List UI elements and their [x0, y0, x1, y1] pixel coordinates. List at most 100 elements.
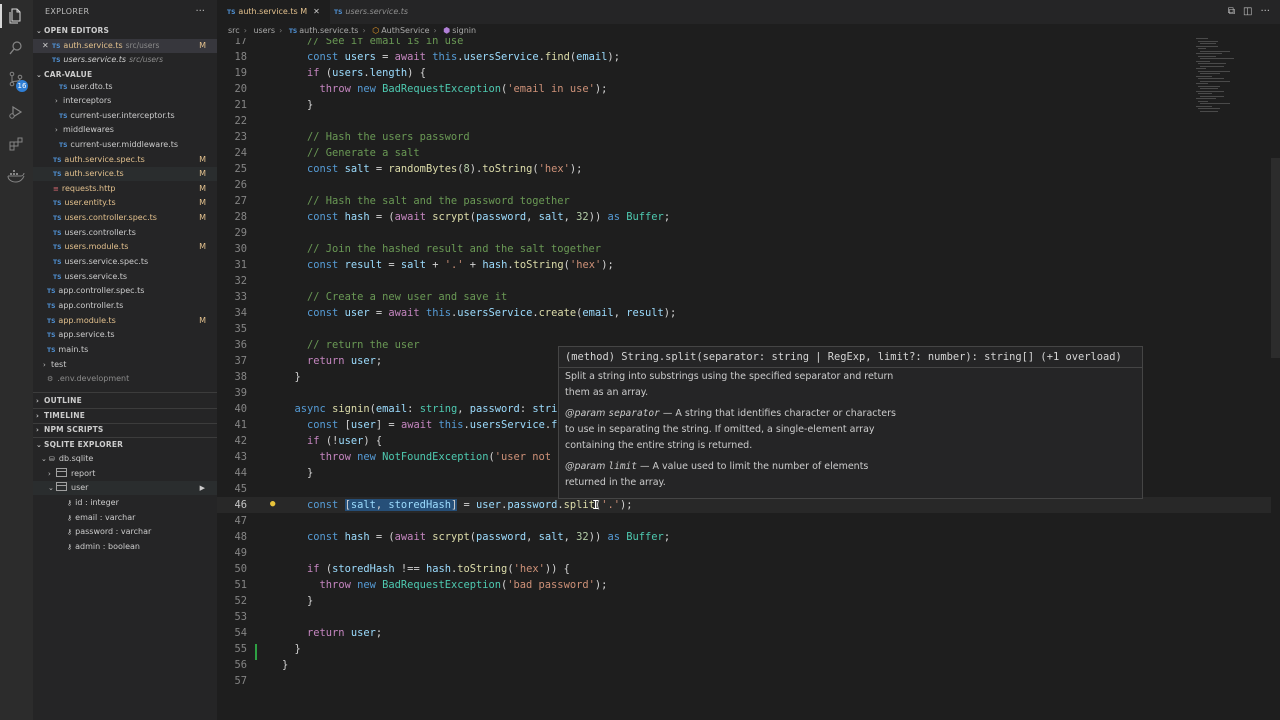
modified-mark: M	[199, 213, 206, 222]
chevron-down-icon: ⌄	[41, 455, 47, 463]
file-item[interactable]: TS auth.service.spec.ts M	[33, 153, 217, 167]
file-item[interactable]: TS current-user.interceptor.ts	[33, 109, 217, 123]
code-line[interactable]: 30 // Join the hashed result and the sal…	[217, 241, 1280, 257]
open-editors-section[interactable]: ⌄ OPEN EDITORS	[33, 24, 217, 38]
code-line[interactable]: 21 }	[217, 97, 1280, 113]
more-icon[interactable]: ···	[1260, 6, 1270, 17]
code-line[interactable]: 32	[217, 273, 1280, 289]
code-line[interactable]: 23 // Hash the users password	[217, 129, 1280, 145]
open-editor-path: src/users	[125, 41, 160, 50]
open-editor-item[interactable]: ✕ TS auth.service.ts src/users M	[33, 39, 217, 53]
code-line[interactable]: 24 // Generate a salt	[217, 145, 1280, 161]
code-line[interactable]: 52 }	[217, 593, 1280, 609]
code-line[interactable]: 19 if (users.length) {	[217, 65, 1280, 81]
table-item[interactable]: › report	[33, 467, 217, 481]
breadcrumb-item[interactable]: users	[253, 26, 275, 35]
file-item[interactable]: TS users.controller.spec.ts M	[33, 211, 217, 225]
npm-scripts-section[interactable]: › NPM SCRIPTS	[33, 423, 217, 437]
code-line[interactable]: 31 const result = salt + '.' + hash.toSt…	[217, 257, 1280, 273]
file-item[interactable]: TS current-user.middleware.ts	[33, 138, 217, 152]
file-item[interactable]: TS app.module.ts M	[33, 314, 217, 328]
code-line[interactable]: ● 46 const [salt, storedHash] = user.pass…	[217, 497, 1280, 513]
activity-bar: 16	[0, 0, 33, 720]
sqlite-explorer-section[interactable]: ⌄ SQLITE EXPLORER	[33, 438, 217, 452]
vertical-scrollbar[interactable]	[1271, 38, 1280, 720]
code-line[interactable]: 27 // Hash the salt and the password tog…	[217, 193, 1280, 209]
code-line[interactable]: 22	[217, 113, 1280, 129]
more-actions-icon[interactable]: ···	[195, 0, 205, 24]
code-line[interactable]: 29	[217, 225, 1280, 241]
code-line[interactable]: 25 const salt = randomBytes(8).toString(…	[217, 161, 1280, 177]
code-line[interactable]: 48 const hash = (await scrypt(password, …	[217, 529, 1280, 545]
split-editor-icon[interactable]: ◫	[1243, 6, 1252, 17]
chevron-right-icon: ›	[36, 412, 40, 420]
file-item[interactable]: TS app.controller.ts	[33, 299, 217, 313]
tab-label: auth.service.ts	[238, 7, 298, 16]
minimap-line	[1198, 108, 1220, 109]
code-line[interactable]: 28 const hash = (await scrypt(password, …	[217, 209, 1280, 225]
folder-item[interactable]: › middlewares	[33, 123, 217, 137]
file-item[interactable]: ⚙ .env.development	[33, 372, 217, 386]
outline-section[interactable]: › OUTLINE	[33, 394, 217, 408]
run-query-icon[interactable]: ▶	[200, 481, 205, 495]
code-line[interactable]: 49	[217, 545, 1280, 561]
line-number: 38	[234, 371, 247, 383]
open-editors-label: OPEN EDITORS	[44, 26, 110, 35]
code-line[interactable]: 20 throw new BadRequestException('email …	[217, 81, 1280, 97]
code-line[interactable]: 26	[217, 177, 1280, 193]
search-icon[interactable]	[7, 39, 25, 57]
extensions-icon[interactable]	[7, 135, 25, 153]
folder-item[interactable]: › test	[33, 358, 217, 372]
code-line[interactable]: 50 if (storedHash !== hash.toString('hex…	[217, 561, 1280, 577]
minimap-line	[1198, 63, 1226, 64]
code-line[interactable]: 18 const users = await this.usersService…	[217, 49, 1280, 65]
code-line[interactable]: 47	[217, 513, 1280, 529]
open-editor-item[interactable]: TS users.service.ts src/users	[33, 53, 217, 67]
file-item[interactable]: TS app.service.ts	[33, 328, 217, 342]
breadcrumb-item[interactable]: signin	[452, 26, 476, 35]
code-line[interactable]: 33 // Create a new user and save it	[217, 289, 1280, 305]
code-line[interactable]: 17 // See if email is in use	[217, 38, 1280, 49]
scroll-thumb[interactable]	[1271, 158, 1280, 358]
ts-file-icon: TS	[47, 318, 56, 325]
breadcrumb-item[interactable]: auth.service.ts	[299, 26, 358, 35]
file-item[interactable]: TS user.dto.ts	[33, 80, 217, 94]
code-line[interactable]: 54 return user;	[217, 625, 1280, 641]
file-item[interactable]: TS users.service.spec.ts	[33, 255, 217, 269]
breadcrumb-item[interactable]: AuthService	[381, 26, 429, 35]
code-line[interactable]: 57	[217, 673, 1280, 689]
compare-icon[interactable]: ⧉	[1228, 6, 1235, 17]
tab-auth-service[interactable]: TS auth.service.ts M ✕	[217, 0, 330, 24]
docker-icon[interactable]	[7, 167, 25, 185]
tab-users-service[interactable]: TS users.service.ts	[324, 0, 418, 24]
line-number: 56	[234, 659, 247, 671]
folder-item[interactable]: › interceptors	[33, 94, 217, 108]
close-icon[interactable]: ✕	[42, 39, 52, 53]
file-item[interactable]: TS auth.service.ts M	[33, 167, 217, 181]
files-icon[interactable]	[7, 7, 25, 25]
code-line[interactable]: 51 throw new BadRequestException('bad pa…	[217, 577, 1280, 593]
outline-label: OUTLINE	[44, 396, 82, 405]
code-line[interactable]: 55 }	[217, 641, 1280, 657]
breadcrumb-item[interactable]: src	[228, 26, 240, 35]
code-line[interactable]: 35	[217, 321, 1280, 337]
editor-tabs: TS auth.service.ts M ✕ TS users.service.ts …	[217, 0, 1280, 24]
timeline-section[interactable]: › TIMELINE	[33, 409, 217, 423]
minimap[interactable]	[1190, 38, 1270, 118]
file-item[interactable]: TS user.entity.ts M	[33, 196, 217, 210]
code-line[interactable]: 56}	[217, 657, 1280, 673]
file-item[interactable]: TS main.ts	[33, 343, 217, 357]
file-item[interactable]: ≡ requests.http M	[33, 182, 217, 196]
close-icon[interactable]: ✕	[313, 7, 320, 16]
db-item[interactable]: ⌄ ⛁ db.sqlite	[33, 452, 217, 466]
file-item[interactable]: TS app.controller.spec.ts	[33, 284, 217, 298]
file-item[interactable]: TS users.service.ts	[33, 270, 217, 284]
table-item[interactable]: ⌄ user ▶	[33, 481, 217, 495]
run-debug-icon[interactable]	[7, 103, 25, 121]
file-item[interactable]: TS users.module.ts M	[33, 240, 217, 254]
lightbulb-icon[interactable]: ●	[270, 500, 279, 509]
file-item[interactable]: TS users.controller.ts	[33, 226, 217, 240]
code-text: }	[294, 643, 301, 655]
code-line[interactable]: 53	[217, 609, 1280, 625]
code-line[interactable]: 34 const user = await this.usersService.…	[217, 305, 1280, 321]
